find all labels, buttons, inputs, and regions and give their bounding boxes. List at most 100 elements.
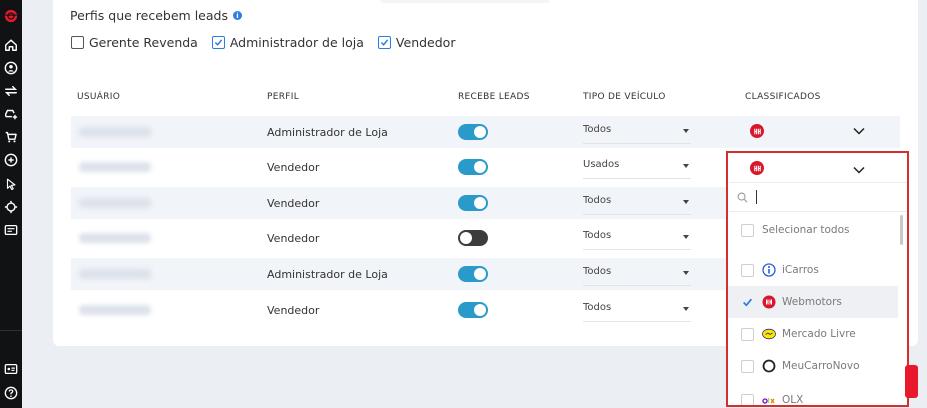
header-usuario: USUÁRIO xyxy=(77,92,121,102)
tipo-veiculo-select[interactable]: Todos xyxy=(583,226,691,250)
header-perfil: PERFIL xyxy=(267,92,300,102)
check-icon[interactable] xyxy=(741,296,754,309)
profile-gerente-revenda[interactable]: Gerente Revenda xyxy=(71,35,198,50)
section-title-text: Perfis que recebem leads xyxy=(70,8,228,23)
webmotors-logo-icon xyxy=(750,161,764,175)
profile-label: Vendedor xyxy=(395,35,456,50)
option-label: Selecionar todos xyxy=(762,224,850,236)
option-label: Webmotors xyxy=(782,296,842,308)
checkbox-unchecked[interactable] xyxy=(71,36,84,49)
user-name-blurred xyxy=(79,127,151,137)
recebe-leads-toggle[interactable] xyxy=(458,302,488,318)
option-mercado-livre[interactable]: Mercado Livre xyxy=(728,318,898,350)
tipo-veiculo-select[interactable]: Todos xyxy=(583,120,691,144)
scrollbar-thumb[interactable] xyxy=(900,215,903,245)
car-add-icon[interactable] xyxy=(3,106,19,122)
caret-down-icon xyxy=(683,129,689,133)
webmotors-logo-icon xyxy=(750,124,764,138)
classificados-multiselect[interactable]: Selecionar todos iCarros Webmotors Merca… xyxy=(726,151,909,407)
checkbox-checked[interactable] xyxy=(377,36,391,49)
option-icarros[interactable]: iCarros xyxy=(728,254,898,286)
recebe-leads-toggle[interactable] xyxy=(458,195,488,211)
tipo-value: Usados xyxy=(583,159,620,170)
option-label: OLX xyxy=(782,394,804,406)
row-perfil: Vendedor xyxy=(267,304,320,317)
user-name-blurred xyxy=(79,198,151,208)
profile-label: Gerente Revenda xyxy=(89,35,198,50)
recebe-leads-toggle[interactable] xyxy=(458,124,488,140)
home-icon[interactable] xyxy=(3,37,19,53)
option-olx[interactable]: OLX xyxy=(728,384,898,406)
option-label: MeuCarroNovo xyxy=(782,360,860,372)
row-perfil: Vendedor xyxy=(267,232,320,245)
caret-down-icon xyxy=(683,307,689,311)
row-perfil: Administrador de Loja xyxy=(267,126,388,139)
row-perfil: Vendedor xyxy=(267,161,320,174)
cursor-icon[interactable] xyxy=(3,176,19,192)
user-name-blurred xyxy=(79,269,151,279)
id-card-icon[interactable] xyxy=(3,222,19,238)
header-tipo-veiculo: TIPO DE VEÍCULO xyxy=(583,92,666,102)
checkbox-unchecked[interactable] xyxy=(741,359,754,373)
option-label: Mercado Livre xyxy=(782,328,856,340)
profile-checkboxes: Gerente Revenda Administrador de loja Ve… xyxy=(71,35,469,50)
tipo-value: Todos xyxy=(583,195,612,206)
option-webmotors[interactable]: Webmotors xyxy=(728,286,898,318)
tipo-value: Todos xyxy=(583,230,612,241)
meucarronovo-logo-icon xyxy=(762,359,776,373)
checkbox-unchecked[interactable] xyxy=(741,393,754,405)
steering-wheel-logo-icon[interactable] xyxy=(3,8,19,24)
mercado-livre-logo-icon xyxy=(762,327,776,341)
checkbox-unchecked[interactable] xyxy=(741,327,754,341)
option-meucarronovo[interactable]: MeuCarroNovo xyxy=(728,350,898,382)
tipo-veiculo-select[interactable]: Todos xyxy=(583,298,691,322)
recebe-leads-toggle[interactable] xyxy=(458,230,488,246)
target-icon[interactable] xyxy=(3,199,19,215)
user-name-blurred xyxy=(79,305,151,315)
chevron-down-icon[interactable] xyxy=(853,127,865,135)
checkbox-unchecked[interactable] xyxy=(741,223,754,237)
caret-down-icon xyxy=(683,164,689,168)
section-title: Perfis que recebem leads i xyxy=(70,8,242,23)
floating-action-tab[interactable] xyxy=(905,365,918,398)
recebe-leads-toggle[interactable] xyxy=(458,266,488,282)
webmotors-logo-icon xyxy=(762,295,776,309)
profile-vendedor[interactable]: Vendedor xyxy=(377,35,456,50)
help-icon[interactable] xyxy=(3,385,19,401)
caret-down-icon xyxy=(683,200,689,204)
header-classificados: CLASSIFICADOS xyxy=(745,92,821,102)
tipo-veiculo-select[interactable]: Usados xyxy=(583,155,691,179)
olx-logo-icon xyxy=(762,393,776,405)
tipo-veiculo-select[interactable]: Todos xyxy=(583,191,691,215)
sidebar-divider xyxy=(0,330,22,331)
sidebar xyxy=(0,0,22,408)
swap-icon[interactable] xyxy=(3,83,19,99)
header-recebe-leads: RECEBE LEADS xyxy=(458,92,530,102)
text-cursor xyxy=(756,190,757,204)
dropdown-search[interactable] xyxy=(729,182,907,212)
tipo-value: Todos xyxy=(583,266,612,277)
search-icon xyxy=(737,192,748,203)
option-select-all[interactable]: Selecionar todos xyxy=(728,214,898,246)
tipo-veiculo-select[interactable]: Todos xyxy=(583,262,691,286)
caret-down-icon xyxy=(683,271,689,275)
badge-icon[interactable] xyxy=(3,361,19,377)
recebe-leads-toggle[interactable] xyxy=(458,159,488,175)
caret-down-icon xyxy=(683,235,689,239)
table-row: Administrador de Loja Todos xyxy=(71,116,900,148)
user-name-blurred xyxy=(79,233,151,243)
cart-icon[interactable] xyxy=(3,129,19,145)
checkbox-unchecked[interactable] xyxy=(741,263,754,277)
top-tab-shadow xyxy=(380,0,550,3)
add-circle-icon[interactable] xyxy=(3,152,19,168)
profile-administrador-de-loja[interactable]: Administrador de loja xyxy=(211,35,364,50)
checkbox-checked[interactable] xyxy=(211,36,225,49)
profile-label: Administrador de loja xyxy=(229,35,364,50)
row-perfil: Administrador de Loja xyxy=(267,268,388,281)
user-name-blurred xyxy=(79,162,151,172)
chevron-down-icon[interactable] xyxy=(853,166,865,174)
tipo-value: Todos xyxy=(583,124,612,135)
icarros-logo-icon xyxy=(762,263,776,277)
info-icon[interactable]: i xyxy=(232,11,242,20)
user-circle-icon[interactable] xyxy=(3,60,19,76)
